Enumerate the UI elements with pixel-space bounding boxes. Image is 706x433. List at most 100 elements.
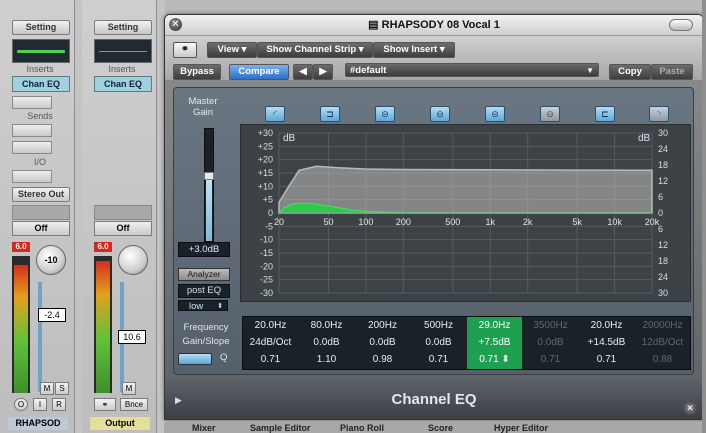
copy-button[interactable]: Copy <box>609 64 651 80</box>
input-slot[interactable] <box>12 170 52 183</box>
compare-button[interactable]: Compare <box>229 64 289 80</box>
band-column-7[interactable]: 20.0Hz +14.5dB 0.71 <box>579 317 634 369</box>
parametric-icon[interactable]: ⊝ <box>540 106 560 122</box>
bounce-button[interactable]: Bnce <box>120 398 148 411</box>
analyzer-mode-menu[interactable]: post EQ <box>178 284 230 298</box>
parametric-icon[interactable]: ⊝ <box>430 106 450 122</box>
band-q-value[interactable]: 0.71 ⬍ <box>467 351 522 368</box>
toolbar-toggle[interactable] <box>669 19 693 31</box>
insert-slot-empty[interactable] <box>12 96 52 109</box>
eq-graph-svg[interactable]: +30 +25 +20 +15 +10 +5 0 -5 -10 -15 -20 -25 -30 30 24 1… <box>241 125 690 301</box>
band-gain-value[interactable]: 0.0dB <box>299 334 354 351</box>
volume-fader[interactable] <box>38 282 42 392</box>
automation-mode[interactable]: Off <box>12 221 70 236</box>
strip-name[interactable]: Output <box>90 417 150 430</box>
band-column-8[interactable]: 20000Hz 12dB/Oct 0.88 <box>635 317 690 369</box>
analyzer-button[interactable]: Analyzer <box>178 268 230 281</box>
bypass-button[interactable]: Bypass <box>173 64 221 80</box>
parametric-icon[interactable]: ⊝ <box>375 106 395 122</box>
band-freq-value[interactable]: 200Hz <box>355 317 410 334</box>
band-q-value[interactable]: 0.71 <box>411 351 466 368</box>
analyzer-resolution-menu[interactable]: low ⬍ <box>178 300 228 312</box>
close-icon[interactable]: ✕ <box>683 401 697 415</box>
q-couple-icon[interactable] <box>178 353 212 365</box>
peak-display[interactable]: 6.0 <box>94 242 112 252</box>
strip-name[interactable]: RHAPSOD <box>8 417 68 430</box>
pan-knob[interactable]: -10 <box>36 245 66 275</box>
eq-thumbnail[interactable] <box>94 39 152 63</box>
tab-mixer[interactable]: Mixer <box>192 423 216 433</box>
band-freq-value[interactable]: 20.0Hz <box>243 317 298 334</box>
mute-button[interactable]: M <box>40 382 54 395</box>
volume-value[interactable]: 10.6 <box>118 330 146 344</box>
input-monitor-button[interactable]: I <box>33 398 47 411</box>
band-q-value[interactable]: 0.88 <box>635 351 690 368</box>
automation-mode[interactable]: Off <box>94 221 152 236</box>
band-q-value[interactable]: 0.98 <box>355 351 410 368</box>
band-gain-value[interactable]: 0.0dB <box>355 334 410 351</box>
eq-graph[interactable]: +30 +25 +20 +15 +10 +5 0 -5 -10 -15 -20 -25 -30 30 24 1… <box>240 124 691 302</box>
show-insert-menu[interactable]: Show Insert ▾ <box>373 42 455 58</box>
band-freq-value[interactable]: 80.0Hz <box>299 317 354 334</box>
band-freq-value[interactable]: 500Hz <box>411 317 466 334</box>
master-gain-handle[interactable] <box>204 172 214 180</box>
band-gain-value[interactable]: 12dB/Oct <box>635 334 690 351</box>
low-cut-icon[interactable]: ◜ <box>265 106 285 122</box>
view-menu[interactable]: View ▾ <box>207 42 257 58</box>
preset-menu[interactable]: #default ▼ <box>345 63 599 77</box>
solo-button[interactable]: S <box>55 382 69 395</box>
surround-knob[interactable] <box>118 245 148 275</box>
title-bar[interactable]: ✕ ▤ RHAPSODY 08 Vocal 1 <box>165 15 703 36</box>
peak-display[interactable]: 6.0 <box>12 242 30 252</box>
send-slot[interactable] <box>12 141 52 154</box>
band-freq-value[interactable]: 20000Hz <box>635 317 690 334</box>
next-preset-button[interactable]: ▶ <box>313 64 333 80</box>
band-freq-value[interactable]: 20.0Hz <box>579 317 634 334</box>
parametric-icon[interactable]: ⊝ <box>485 106 505 122</box>
high-cut-icon[interactable]: ◝ <box>649 106 669 122</box>
mute-button[interactable]: M <box>122 382 136 395</box>
band-gain-value[interactable]: +14.5dB <box>579 334 634 351</box>
band-q-value[interactable]: 0.71 <box>243 351 298 368</box>
band-gain-value[interactable]: 0.0dB <box>523 334 578 351</box>
band-column-1[interactable]: 20.0Hz 24dB/Oct 0.71 <box>243 317 298 369</box>
master-gain-slider[interactable] <box>204 128 214 242</box>
master-gain-value[interactable]: +3.0dB <box>178 242 230 257</box>
band-q-value[interactable]: 0.71 <box>579 351 634 368</box>
band-column-4[interactable]: 500Hz 0.0dB 0.71 <box>411 317 466 369</box>
band-q-value[interactable]: 0.71 <box>523 351 578 368</box>
band-column-6[interactable]: 3500Hz 0.0dB 0.71 <box>523 317 578 369</box>
band-gain-value[interactable]: 24dB/Oct <box>243 334 298 351</box>
setting-button[interactable]: Setting <box>94 20 152 35</box>
paste-button[interactable]: Paste <box>651 64 693 80</box>
band-column-3[interactable]: 200Hz 0.0dB 0.98 <box>355 317 410 369</box>
band-column-2[interactable]: 80.0Hz 0.0dB 1.10 <box>299 317 354 369</box>
stereo-link-icon[interactable]: ⚭ <box>94 398 116 411</box>
insert-slot-chan-eq[interactable]: Chan EQ <box>94 76 152 92</box>
setting-button[interactable]: Setting <box>12 20 70 35</box>
high-shelf-icon[interactable]: ⊏ <box>595 106 615 122</box>
low-shelf-icon[interactable]: ⊐ <box>320 106 340 122</box>
band-gain-value[interactable]: +7.5dB <box>467 334 522 351</box>
send-slot[interactable] <box>12 124 52 137</box>
band-q-value[interactable]: 1.10 <box>299 351 354 368</box>
tab-sample-editor[interactable]: Sample Editor <box>250 423 311 433</box>
monitor-button[interactable]: O <box>14 398 28 411</box>
group-slot[interactable] <box>12 205 70 220</box>
previous-preset-button[interactable]: ◀ <box>293 64 313 80</box>
insert-slot-chan-eq[interactable]: Chan EQ <box>12 76 70 92</box>
link-icon[interactable]: ⚭ <box>173 42 197 58</box>
output-button[interactable]: Stereo Out <box>12 187 70 202</box>
band-freq-value[interactable]: 29.0Hz <box>467 317 522 334</box>
record-button[interactable]: R <box>52 398 66 411</box>
band-freq-value[interactable]: 3500Hz <box>523 317 578 334</box>
tab-score[interactable]: Score <box>428 423 453 433</box>
band-gain-value[interactable]: 0.0dB <box>411 334 466 351</box>
show-channel-strip-menu[interactable]: Show Channel Strip ▾ <box>257 42 373 58</box>
volume-value[interactable]: -2.4 <box>38 308 66 322</box>
eq-thumbnail[interactable] <box>12 39 70 63</box>
band-column-5[interactable]: 29.0Hz +7.5dB 0.71 ⬍ <box>467 317 522 369</box>
group-slot[interactable] <box>94 205 152 220</box>
tab-hyper-editor[interactable]: Hyper Editor <box>494 423 548 433</box>
tab-piano-roll[interactable]: Piano Roll <box>340 423 384 433</box>
